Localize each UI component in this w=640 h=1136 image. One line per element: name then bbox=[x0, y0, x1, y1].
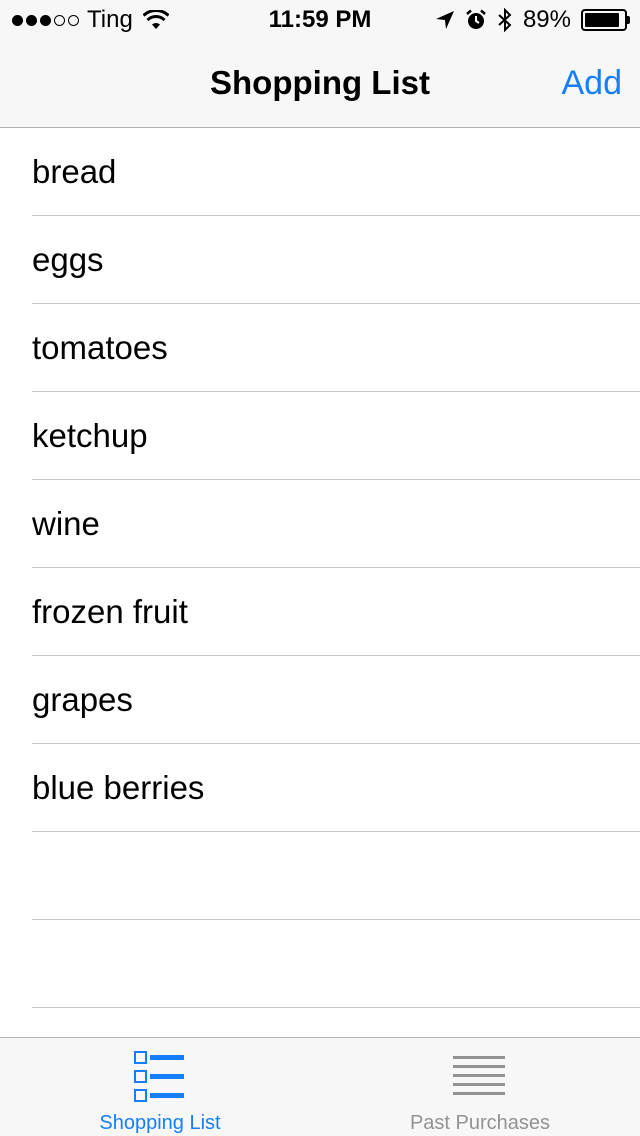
tab-bar: Shopping List Past Purchases bbox=[0, 1037, 640, 1136]
bluetooth-icon bbox=[498, 8, 512, 32]
alarm-icon bbox=[466, 9, 486, 29]
list-item[interactable]: bread bbox=[32, 128, 640, 216]
list-item-label: bread bbox=[32, 152, 117, 190]
tab-label: Shopping List bbox=[99, 1112, 221, 1134]
shopping-list: bread eggs tomatoes ketchup wine frozen … bbox=[0, 128, 640, 1008]
tab-label: Past Purchases bbox=[409, 1112, 551, 1134]
list-item-label: wine bbox=[32, 504, 100, 542]
lines-icon bbox=[453, 1056, 505, 1095]
list-item[interactable]: blue berries bbox=[32, 744, 640, 832]
tab-shopping-list[interactable]: Shopping List bbox=[0, 1038, 320, 1136]
battery-body bbox=[581, 9, 627, 31]
list-item-label: frozen fruit bbox=[32, 592, 188, 630]
list-item[interactable]: tomatoes bbox=[32, 304, 640, 392]
list-item[interactable]: frozen fruit bbox=[32, 568, 640, 656]
add-button[interactable]: Add bbox=[562, 64, 623, 103]
battery-fill bbox=[585, 13, 619, 27]
battery-icon bbox=[581, 9, 630, 31]
list-item-label: ketchup bbox=[32, 416, 148, 454]
list-item-label: grapes bbox=[32, 680, 133, 718]
page-title: Shopping List bbox=[210, 64, 430, 101]
list-item-label: tomatoes bbox=[32, 328, 168, 366]
empty-row bbox=[32, 920, 640, 1008]
empty-row bbox=[32, 832, 640, 920]
list-item[interactable]: grapes bbox=[32, 656, 640, 744]
tab-past-purchases[interactable]: Past Purchases bbox=[320, 1038, 640, 1136]
list-item[interactable]: ketchup bbox=[32, 392, 640, 480]
location-arrow-icon bbox=[435, 11, 454, 29]
checklist-icon bbox=[134, 1051, 184, 1102]
list-item[interactable]: wine bbox=[32, 480, 640, 568]
status-bar: Ting 11:59 PM 89% bbox=[0, 0, 640, 40]
list-item[interactable]: eggs bbox=[32, 216, 640, 304]
navigation-bar: Shopping List Add bbox=[0, 40, 640, 128]
list-item-label: blue berries bbox=[32, 768, 205, 806]
battery-percent: 89% bbox=[522, 6, 571, 33]
list-item-label: eggs bbox=[32, 240, 104, 278]
battery-tip bbox=[627, 16, 630, 24]
status-right: 89% bbox=[435, 6, 630, 34]
